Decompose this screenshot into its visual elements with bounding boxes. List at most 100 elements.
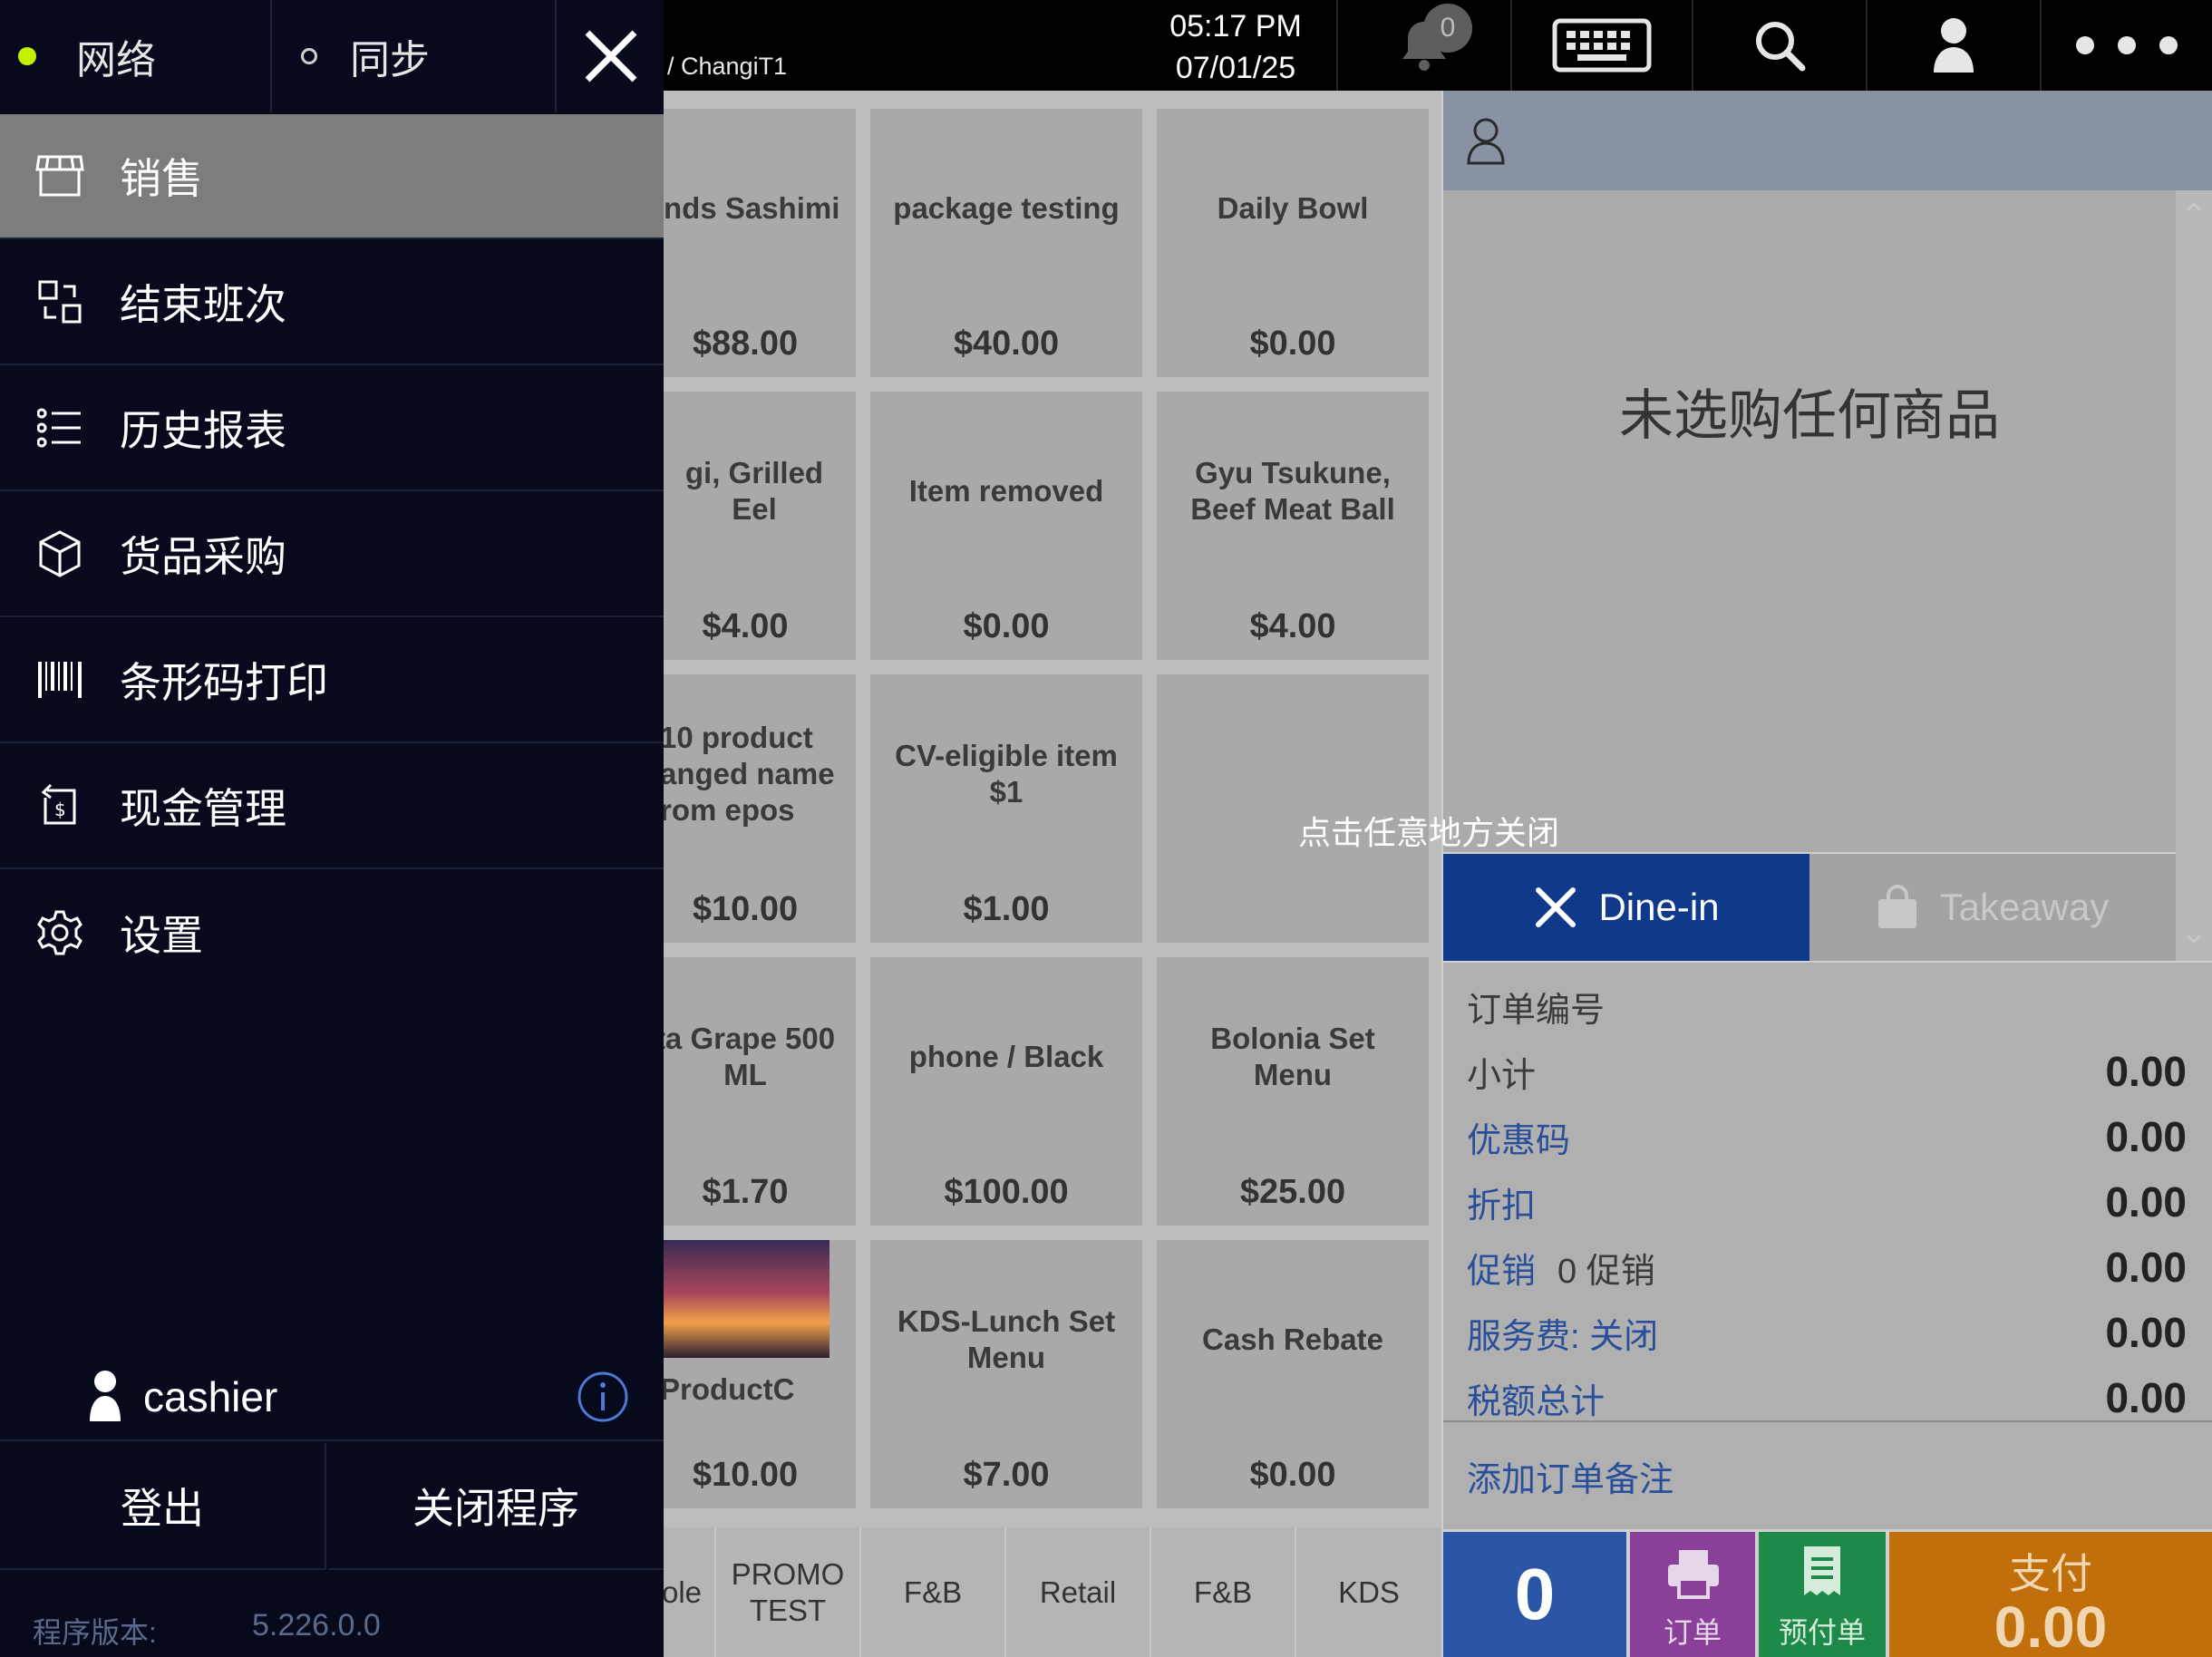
sync-button[interactable]: 同步: [274, 0, 557, 112]
product-tile[interactable]: ta Grape 500 ML $1.70: [635, 957, 856, 1226]
info-icon[interactable]: [577, 1371, 629, 1423]
shift-icon: [0, 239, 120, 364]
product-price: $10.00: [692, 1456, 799, 1494]
store-icon: [0, 113, 120, 238]
menu-item-label: 设置: [120, 912, 203, 959]
order-summary: 订单编号 小计 0.00 优惠码 0.00 折扣 0.00 促销 0 促销 0.…: [1443, 963, 2212, 1529]
sync-label: 同步: [350, 38, 430, 82]
logout-button[interactable]: 登出: [0, 1443, 326, 1570]
product-price: $1.00: [963, 890, 1050, 928]
gear-icon: [0, 870, 120, 995]
coupon-row[interactable]: 优惠码 0.00: [1467, 1110, 2187, 1164]
product-tile[interactable]: phone / Black $100.00: [870, 957, 1142, 1226]
product-price: $1.70: [702, 1173, 789, 1211]
product-tile[interactable]: Bolonia Set Menu $25.00: [1157, 957, 1429, 1226]
close-icon: [585, 30, 637, 82]
category-tab[interactable]: PROMO TEST: [716, 1527, 861, 1657]
product-tile[interactable]: 10 product anged name rom epos $10.00: [635, 674, 856, 943]
product-tile[interactable]: Daily Bowl $0.00: [1157, 109, 1429, 377]
customer-bar[interactable]: [1443, 91, 2212, 190]
user-name: cashier: [143, 1373, 278, 1420]
category-tab[interactable]: KDS: [1296, 1527, 1441, 1657]
keyboard-button[interactable]: [1510, 0, 1692, 91]
service-charge-link[interactable]: 服务费: 关闭: [1467, 1308, 1658, 1358]
menu-item-end-shift[interactable]: 结束班次: [0, 240, 664, 365]
product-name: Gyu Tsukune, Beef Meat Ball: [1190, 456, 1395, 526]
product-tile[interactable]: nds Sashimi $88.00: [635, 109, 856, 377]
empty-cart-text: 未选购任何商品: [1619, 385, 2000, 446]
summary-divider: [1443, 1420, 2212, 1422]
takeaway-tab[interactable]: Takeaway: [1809, 854, 2176, 961]
subtotal-row: 小计 0.00: [1467, 1044, 2187, 1099]
cart-scrollbar[interactable]: [2176, 190, 2212, 961]
quantity-value: 0: [1514, 1554, 1556, 1634]
menu-item-purchasing[interactable]: 货品采购: [0, 492, 664, 617]
product-price: $25.00: [1239, 1173, 1346, 1211]
svg-text:$: $: [54, 799, 66, 820]
product-tile[interactable]: KDS-Lunch Set Menu $7.00: [870, 1240, 1142, 1508]
more-icon: [2076, 36, 2178, 54]
dine-in-tab[interactable]: Dine-in: [1443, 854, 1809, 961]
quantity-button[interactable]: 0: [1443, 1532, 1626, 1657]
network-status[interactable]: 网络: [0, 0, 272, 112]
notifications-button[interactable]: [1336, 0, 1510, 91]
dine-in-label: Dine-in: [1598, 886, 1720, 928]
promo-row[interactable]: 促销 0 促销 0.00: [1467, 1240, 2187, 1294]
utensils-icon: [1536, 887, 1577, 927]
tax-row[interactable]: 税额总计 0.00: [1467, 1371, 2187, 1425]
promo-link[interactable]: 促销: [1467, 1243, 1536, 1293]
product-tile[interactable]: Item removed $0.00: [870, 392, 1142, 660]
category-tab[interactable]: Retail: [1006, 1527, 1151, 1657]
product-price: $0.00: [1249, 325, 1336, 363]
version-label: 程序版本:: [33, 1616, 157, 1649]
menu-item-sales[interactable]: 销售: [0, 114, 664, 239]
product-name: package testing: [893, 191, 1120, 225]
order-label: 订单: [1663, 1616, 1722, 1649]
tax-link[interactable]: 税额总计: [1467, 1373, 1605, 1423]
close-menu-button[interactable]: [558, 0, 664, 112]
version-value: 5.226.0.0: [252, 1608, 381, 1642]
discount-row[interactable]: 折扣 0.00: [1467, 1175, 2187, 1229]
prepay-button[interactable]: 预付单: [1759, 1532, 1886, 1657]
service-charge-row[interactable]: 服务费: 关闭 0.00: [1467, 1305, 2187, 1360]
cart-area: 未选购任何商品: [1443, 190, 2176, 852]
product-tile[interactable]: Cash Rebate $0.00: [1157, 1240, 1429, 1508]
menu-item-label: 条形码打印: [120, 659, 328, 706]
product-tile[interactable]: gi, Grilled Eel $4.00: [635, 392, 856, 660]
product-name: CV-eligible item $1: [895, 739, 1118, 809]
service-charge-value: 0.00: [2105, 1309, 2187, 1356]
product-tile[interactable]: CV-eligible item $1 $1.00: [870, 674, 1142, 943]
category-tab[interactable]: F&B: [861, 1527, 1006, 1657]
order-number-label: 订单编号: [1467, 991, 1606, 1030]
close-app-button[interactable]: 关闭程序: [328, 1443, 664, 1570]
product-price: $100.00: [944, 1173, 1069, 1211]
network-status-dot: [18, 47, 36, 65]
close-overlay-hint[interactable]: 点击任意地方关闭: [1298, 807, 1559, 854]
menu-item-label: 现金管理: [120, 785, 286, 832]
menu-item-barcode-print[interactable]: 条形码打印: [0, 618, 664, 743]
coupon-link[interactable]: 优惠码: [1467, 1112, 1570, 1162]
search-button[interactable]: [1692, 0, 1866, 91]
user-icon: [1934, 18, 1974, 73]
menu-item-history-report[interactable]: 历史报表: [0, 366, 664, 491]
product-image: [635, 1240, 830, 1358]
discount-link[interactable]: 折扣: [1467, 1177, 1536, 1227]
product-name: gi, Grilled Eel: [684, 456, 824, 526]
barcode-icon: [0, 617, 120, 742]
add-order-note-link[interactable]: 添加订单备注: [1467, 1451, 1674, 1501]
more-button[interactable]: [2040, 0, 2212, 91]
product-price: $4.00: [1249, 607, 1336, 645]
box-icon: [0, 491, 120, 616]
product-tile[interactable]: Gyu Tsukune, Beef Meat Ball $4.00: [1157, 392, 1429, 660]
order-number-row: 订单编号: [1467, 979, 2187, 1033]
menu-item-cash-management[interactable]: $ 现金管理: [0, 744, 664, 869]
user-button[interactable]: [1866, 0, 2040, 91]
product-tile[interactable]: ProductC $10.00: [635, 1240, 856, 1508]
menu-item-settings[interactable]: 设置: [0, 870, 664, 995]
product-tile[interactable]: package testing $40.00: [870, 109, 1142, 377]
category-tab[interactable]: F&B: [1151, 1527, 1296, 1657]
product-name: [1157, 674, 1429, 892]
order-note-row[interactable]: 添加订单备注: [1467, 1449, 2187, 1503]
pay-button[interactable]: 支付 0.00: [1889, 1532, 2212, 1657]
order-button[interactable]: 订单: [1630, 1532, 1755, 1657]
